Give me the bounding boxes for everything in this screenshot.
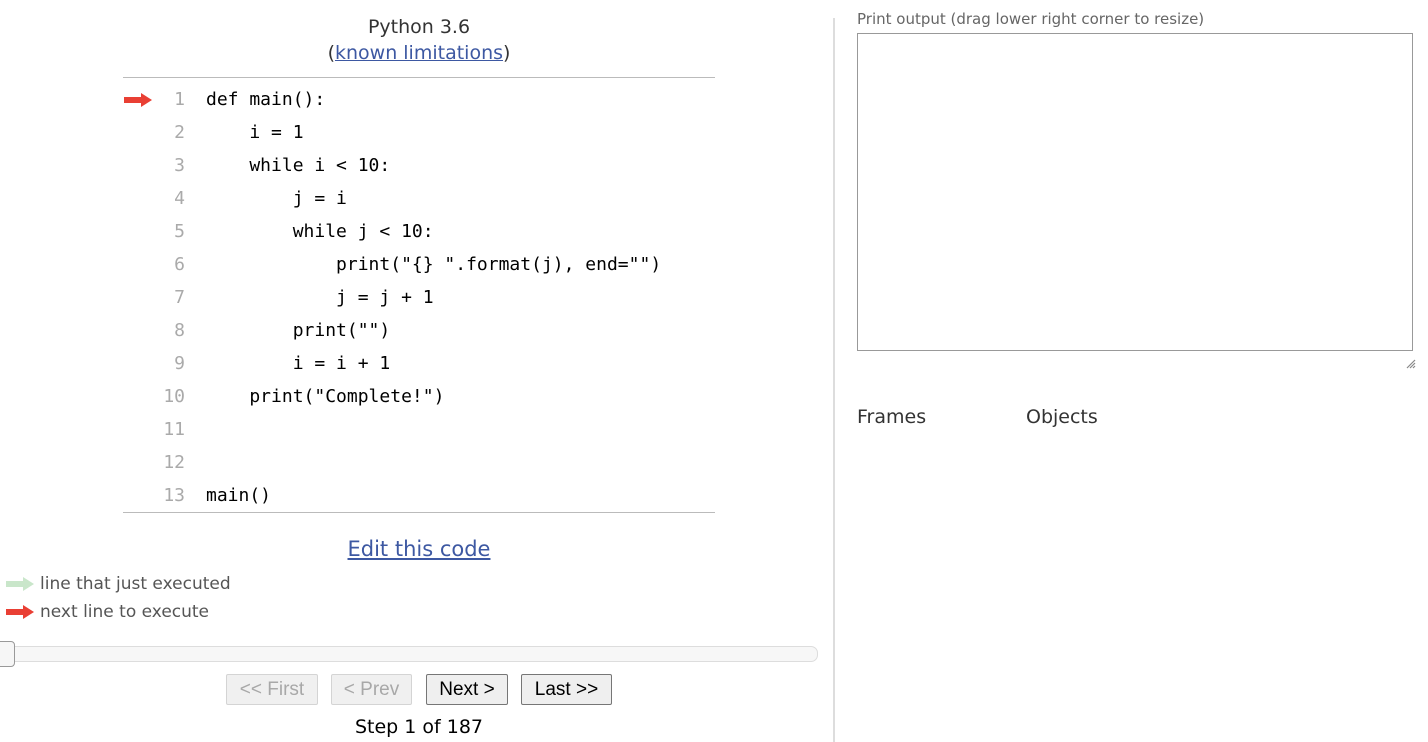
legend-executed-label: line that just executed <box>40 574 231 594</box>
code-line: 4 j = i <box>123 182 715 215</box>
last-button[interactable]: Last >> <box>521 674 612 705</box>
first-button[interactable]: << First <box>226 674 318 705</box>
line-number: 6 <box>174 254 185 275</box>
code-line: 11 <box>123 413 715 446</box>
line-number: 8 <box>174 320 185 341</box>
frames-header: Frames <box>857 406 927 428</box>
line-number: 4 <box>174 188 185 209</box>
paren-close: ) <box>503 42 511 64</box>
code-line: 6 print("{} ".format(j), end="") <box>123 248 715 281</box>
line-code: j = j + 1 <box>206 287 434 308</box>
line-number: 9 <box>174 353 185 374</box>
line-number: 12 <box>163 452 185 473</box>
execution-slider[interactable] <box>4 646 818 662</box>
line-number: 5 <box>174 221 185 242</box>
resize-grip-icon[interactable] <box>1404 357 1416 369</box>
line-number: 10 <box>163 386 185 407</box>
legend-next-label: next line to execute <box>40 602 210 622</box>
line-number: 13 <box>163 485 185 506</box>
step-counter: Step 1 of 187 <box>354 716 484 738</box>
line-code: while i < 10: <box>206 155 391 176</box>
print-output-textarea[interactable] <box>857 33 1413 351</box>
known-limitations-link[interactable]: known limitations <box>335 42 503 64</box>
code-line: 12 <box>123 446 715 479</box>
code-display: 1 def main(): 2 i = 13 while i < 10: 4 j = … <box>123 77 715 513</box>
line-number: 2 <box>174 122 185 143</box>
line-code: while j < 10: <box>206 221 434 242</box>
code-line: 1 def main(): <box>123 83 715 116</box>
code-line: 8 print("") <box>123 314 715 347</box>
line-code: j = i <box>206 188 347 209</box>
line-code: print("{} ".format(j), end="") <box>206 254 662 275</box>
line-code: def main(): <box>206 89 326 110</box>
code-line: 13 main() <box>123 479 715 512</box>
line-code: main() <box>206 485 272 506</box>
line-number: 7 <box>174 287 185 308</box>
slider-handle[interactable] <box>0 641 15 667</box>
code-pane: Python 3.6 (known limitations) 1 def main… <box>0 0 832 742</box>
objects-header: Objects <box>1026 406 1098 428</box>
code-line: 10 print("Complete!") <box>123 380 715 413</box>
code-line: 2 i = 1 <box>123 116 715 149</box>
light-green-arrow-icon <box>6 577 34 591</box>
line-number: 3 <box>174 155 185 176</box>
line-code: print("Complete!") <box>206 386 445 407</box>
red-arrow-icon <box>6 605 34 619</box>
line-code: i = 1 <box>206 122 304 143</box>
code-line: 9 i = i + 1 <box>123 347 715 380</box>
line-code: i = i + 1 <box>206 353 391 374</box>
code-line: 3 while i < 10: <box>123 149 715 182</box>
language-label: Python 3.6 <box>367 16 471 38</box>
next-button[interactable]: Next > <box>426 674 508 705</box>
edit-code-link[interactable]: Edit this code <box>348 537 491 561</box>
language-header: Python 3.6 (known limitations) <box>123 14 715 66</box>
next-line-arrow-icon <box>124 93 152 107</box>
prev-button[interactable]: < Prev <box>331 674 412 705</box>
edit-code-container: Edit this code <box>123 535 715 563</box>
paren-open: ( <box>327 42 335 64</box>
line-number: 11 <box>163 419 185 440</box>
line-number: 1 <box>174 89 185 110</box>
visualization-pane: Print output (drag lower right corner to… <box>857 0 1428 742</box>
pane-divider <box>833 18 835 742</box>
limitations-line: (known limitations) <box>123 40 715 66</box>
code-line: 7 j = j + 1 <box>123 281 715 314</box>
line-code: print("") <box>206 320 391 341</box>
print-output-label: Print output (drag lower right corner to… <box>857 10 1205 28</box>
code-line: 5 while j < 10: <box>123 215 715 248</box>
